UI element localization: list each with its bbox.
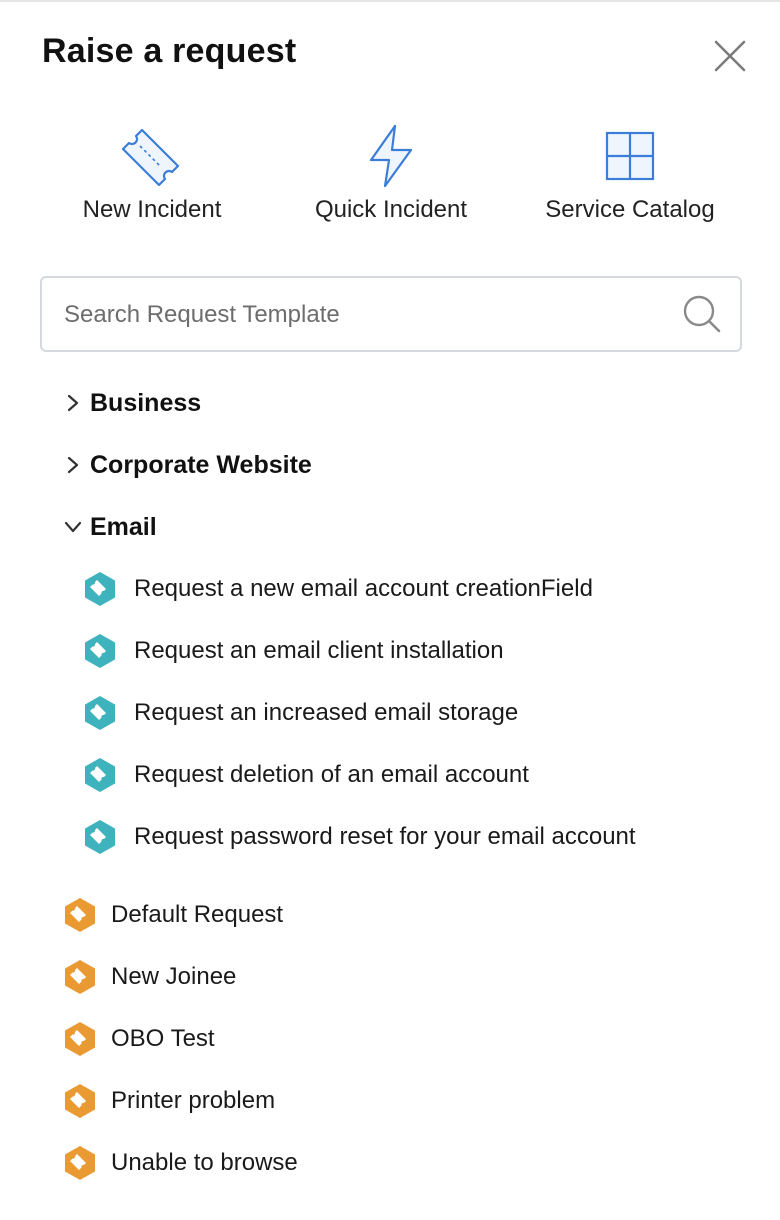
template-label: Request a new email account creationFiel…: [134, 575, 593, 602]
quick-actions: New Incident Quick Incident Service Cata…: [30, 120, 750, 240]
template-item[interactable]: Request an email client installation: [82, 629, 504, 673]
service-catalog-label: Service Catalog: [545, 196, 715, 223]
page-title: Raise a request: [42, 32, 297, 70]
search-box: [40, 276, 742, 352]
template-badge-icon: [62, 1145, 98, 1181]
template-label: New Joinee: [111, 963, 237, 990]
category-email[interactable]: Email: [60, 507, 157, 547]
template-label: Request an increased email storage: [134, 699, 519, 726]
template-label: Unable to browse: [111, 1149, 298, 1176]
lightning-icon: [359, 124, 423, 188]
chevron-right-icon: [60, 452, 86, 478]
template-item[interactable]: OBO Test: [62, 1017, 215, 1061]
category-label: Corporate Website: [90, 450, 312, 479]
ticket-icon: [120, 124, 184, 188]
template-label: Request an email client installation: [134, 637, 504, 664]
template-item[interactable]: New Joinee: [62, 955, 236, 999]
close-button[interactable]: [708, 34, 752, 78]
chevron-down-icon: [60, 514, 86, 540]
template-badge-icon: [82, 571, 118, 607]
template-badge-icon: [82, 695, 118, 731]
template-badge-icon: [82, 633, 118, 669]
template-badge-icon: [82, 819, 118, 855]
template-badge-icon: [82, 757, 118, 793]
template-item[interactable]: Request an increased email storage: [82, 691, 518, 735]
template-item[interactable]: Printer problem: [62, 1079, 275, 1123]
category-label: Business: [90, 388, 202, 417]
grid-icon: [598, 124, 662, 188]
category-business[interactable]: Business: [60, 383, 201, 423]
quick-incident-label: Quick Incident: [314, 196, 468, 223]
template-label: Printer problem: [111, 1087, 276, 1114]
search-input[interactable]: [64, 296, 654, 334]
category-corporate-website[interactable]: Corporate Website: [60, 445, 312, 485]
template-item[interactable]: Default Request: [62, 893, 283, 937]
new-incident-button[interactable]: New Incident: [32, 120, 272, 240]
template-badge-icon: [62, 1021, 98, 1057]
quick-incident-button[interactable]: Quick Incident: [271, 120, 511, 240]
template-item[interactable]: Unable to browse: [62, 1141, 298, 1185]
template-badge-icon: [62, 1083, 98, 1119]
chevron-right-icon: [60, 390, 86, 416]
template-label: OBO Test: [111, 1025, 215, 1052]
close-icon: [714, 40, 746, 72]
search-icon[interactable]: [682, 294, 722, 334]
template-item[interactable]: Request deletion of an email account: [82, 753, 529, 797]
template-item[interactable]: Request a new email account creationFiel…: [82, 567, 593, 611]
category-label: Email: [90, 512, 157, 541]
template-label: Request deletion of an email account: [134, 761, 529, 788]
template-badge-icon: [62, 897, 98, 933]
template-item[interactable]: Request password reset for your email ac…: [82, 815, 636, 859]
template-label: Request password reset for your email ac…: [134, 823, 636, 850]
top-divider: [0, 0, 780, 2]
template-badge-icon: [62, 959, 98, 995]
service-catalog-button[interactable]: Service Catalog: [510, 120, 750, 240]
template-label: Default Request: [111, 901, 284, 928]
new-incident-label: New Incident: [82, 196, 222, 223]
